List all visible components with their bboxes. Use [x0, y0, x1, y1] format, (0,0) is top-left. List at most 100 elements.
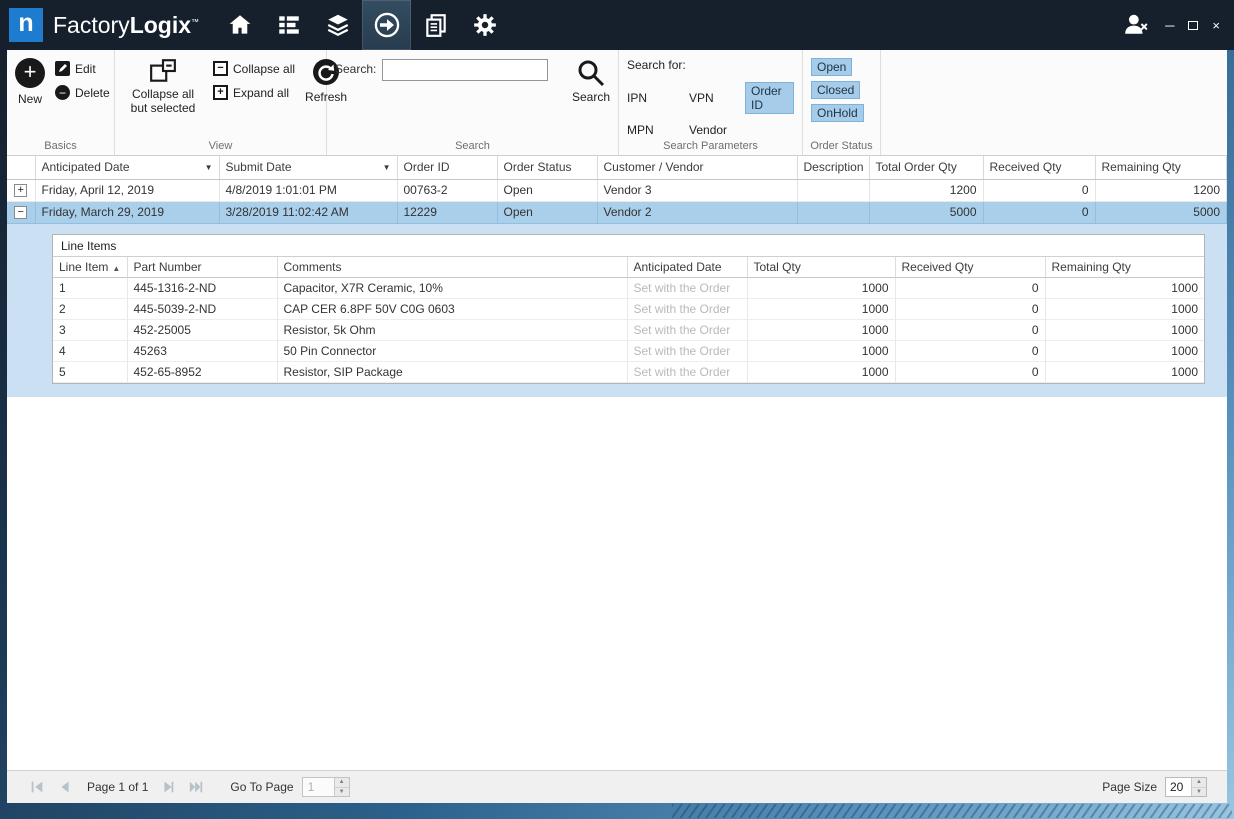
- order-cell: 3/28/2019 11:02:42 AM: [219, 201, 397, 223]
- order-cell: Open: [497, 179, 597, 201]
- minimize-button[interactable]: ─: [1165, 19, 1174, 32]
- collapse-all-icon: −: [213, 61, 228, 76]
- order-row[interactable]: + Friday, April 12, 2019 4/8/2019 1:01:0…: [7, 179, 1227, 201]
- first-page-icon: [29, 779, 45, 795]
- order-row-selected[interactable]: − Friday, March 29, 2019 3/28/2019 11:02…: [7, 201, 1227, 223]
- titlebar-right: ─ ×: [1121, 11, 1234, 40]
- group-label-basics: Basics: [7, 140, 114, 152]
- collapse-row-button[interactable]: −: [14, 206, 27, 219]
- orders-header-row: Anticipated Date▼ Submit Date▼ Order ID …: [7, 156, 1227, 179]
- order-cell: 5000: [869, 201, 983, 223]
- status-closed[interactable]: Closed: [811, 81, 860, 99]
- param-vpn[interactable]: VPN: [689, 91, 714, 105]
- order-cell: 1200: [869, 179, 983, 201]
- brand-tm: ™: [191, 17, 199, 26]
- li-col-total-qty[interactable]: Total Qty: [747, 257, 895, 278]
- app-logo: n: [9, 8, 43, 42]
- spin-up-icon[interactable]: ▲: [1192, 778, 1206, 788]
- group-label-order-status: Order Status: [803, 140, 880, 152]
- status-onhold[interactable]: OnHold: [811, 104, 864, 122]
- prev-page-button[interactable]: [55, 777, 75, 797]
- search-input[interactable]: [382, 59, 548, 81]
- li-col-comments[interactable]: Comments: [277, 257, 627, 278]
- resize-grip[interactable]: [672, 804, 1232, 818]
- expand-row-button[interactable]: +: [14, 184, 27, 197]
- next-page-icon: [160, 779, 176, 795]
- edit-button[interactable]: Edit: [55, 61, 110, 76]
- goto-page-spinner[interactable]: ▲▼: [334, 778, 349, 796]
- new-button[interactable]: + New: [15, 58, 45, 106]
- gear-icon: [472, 12, 498, 38]
- orders-table: Anticipated Date▼ Submit Date▼ Order ID …: [7, 156, 1227, 224]
- li-col-anticipated-date[interactable]: Anticipated Date: [627, 257, 747, 278]
- col-total-order-qty[interactable]: Total Order Qty: [869, 156, 983, 179]
- li-col-remaining-qty[interactable]: Remaining Qty: [1045, 257, 1204, 278]
- col-customer-vendor[interactable]: Customer / Vendor: [597, 156, 797, 179]
- spin-down-icon[interactable]: ▼: [1192, 788, 1206, 797]
- delete-button[interactable]: − Delete: [55, 85, 110, 100]
- search-for-label: Search for:: [627, 58, 794, 72]
- expand-all-button[interactable]: + Expand all: [213, 85, 295, 100]
- col-remaining-qty[interactable]: Remaining Qty: [1095, 156, 1227, 179]
- line-item-row[interactable]: 3 452-25005 Resistor, 5k Ohm Set with th…: [53, 320, 1204, 341]
- order-cell: 0: [983, 201, 1095, 223]
- maximize-button[interactable]: [1188, 19, 1198, 32]
- user-x-icon: [1121, 11, 1151, 37]
- goto-page-value: 1: [303, 778, 334, 796]
- page-info: Page 1 of 1: [87, 780, 148, 794]
- nav-home-button[interactable]: [215, 0, 264, 50]
- close-button[interactable]: ×: [1212, 19, 1220, 32]
- main-area: + New Edit − Delete Basics: [7, 50, 1227, 803]
- param-mpn[interactable]: MPN: [627, 123, 654, 137]
- nav-receiving-button[interactable]: [362, 0, 411, 50]
- col-order-id[interactable]: Order ID: [397, 156, 497, 179]
- page-size-spinner[interactable]: ▲▼: [1191, 778, 1206, 796]
- line-item-row[interactable]: 1 445-1316-2-ND Capacitor, X7R Ceramic, …: [53, 278, 1204, 299]
- goto-page-input[interactable]: 1 ▲▼: [302, 777, 350, 797]
- nav-documents-button[interactable]: [411, 0, 460, 50]
- spin-down-icon[interactable]: ▼: [335, 788, 349, 797]
- filter-arrow-icon[interactable]: ▼: [205, 163, 213, 172]
- new-plus-icon: +: [15, 58, 45, 88]
- param-order-id[interactable]: Order ID: [745, 82, 794, 114]
- col-anticipated-date[interactable]: Anticipated Date▼: [35, 156, 219, 179]
- logo-letter: n: [18, 11, 33, 39]
- filter-arrow-icon[interactable]: ▼: [383, 163, 391, 172]
- status-open[interactable]: Open: [811, 58, 852, 76]
- collapse-all-button[interactable]: − Collapse all: [213, 61, 295, 76]
- line-item-row[interactable]: 4 45263 50 Pin Connector Set with the Or…: [53, 341, 1204, 362]
- order-cell: Vendor 3: [597, 179, 797, 201]
- page-size-select[interactable]: 20 ▲▼: [1165, 777, 1207, 797]
- brand-second: Logix: [130, 12, 191, 38]
- line-item-row[interactable]: 5 452-65-8952 Resistor, SIP Package Set …: [53, 362, 1204, 383]
- li-col-part-number[interactable]: Part Number: [127, 257, 277, 278]
- line-item-row[interactable]: 2 445-5039-2-ND CAP CER 6.8PF 50V C0G 06…: [53, 299, 1204, 320]
- user-logout-button[interactable]: [1121, 11, 1151, 40]
- first-page-button[interactable]: [27, 777, 47, 797]
- nav-materials-button[interactable]: [313, 0, 362, 50]
- ribbon-group-basics: + New Edit − Delete Basics: [7, 50, 115, 155]
- li-col-line-item[interactable]: Line Item▲: [53, 257, 127, 278]
- ribbon-group-search: Search: Search Search: [327, 50, 619, 155]
- next-page-button[interactable]: [158, 777, 178, 797]
- li-col-received-qty[interactable]: Received Qty: [895, 257, 1045, 278]
- order-cell: 5000: [1095, 201, 1227, 223]
- collapse-all-but-selected-button[interactable]: Collapse all but selected: [123, 58, 203, 116]
- nav-settings-button[interactable]: [460, 0, 509, 50]
- nav-production-button[interactable]: [264, 0, 313, 50]
- param-ipn[interactable]: IPN: [627, 91, 647, 105]
- col-submit-date[interactable]: Submit Date▼: [219, 156, 397, 179]
- receiving-icon: [373, 11, 401, 39]
- param-vendor[interactable]: Vendor: [689, 123, 727, 137]
- group-label-search-parameters: Search Parameters: [619, 140, 802, 152]
- col-order-status[interactable]: Order Status: [497, 156, 597, 179]
- spin-up-icon[interactable]: ▲: [335, 778, 349, 788]
- col-description[interactable]: Description: [797, 156, 869, 179]
- order-cell: 1200: [1095, 179, 1227, 201]
- search-button[interactable]: Search: [572, 58, 610, 104]
- last-page-button[interactable]: [186, 777, 206, 797]
- goto-page-label: Go To Page: [230, 780, 293, 794]
- maximize-icon: [1188, 21, 1198, 30]
- line-items-table: Line Item▲ Part Number Comments Anticipa…: [53, 257, 1204, 384]
- col-received-qty[interactable]: Received Qty: [983, 156, 1095, 179]
